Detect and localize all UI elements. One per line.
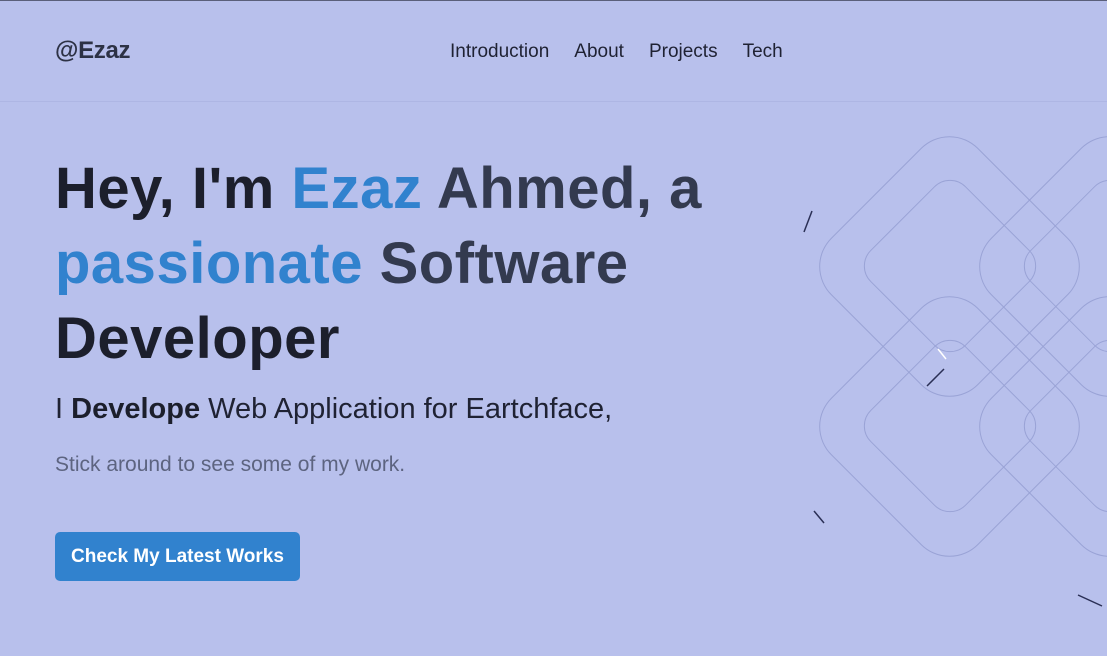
- nav-link-introduction[interactable]: Introduction: [450, 41, 549, 63]
- logo[interactable]: @Ezaz: [55, 37, 131, 65]
- headline-developer: Developer: [55, 306, 340, 371]
- site-header: @Ezaz Introduction About Projects Tech: [0, 1, 1107, 102]
- decorative-pattern-icon: [803, 136, 1107, 607]
- page: @Ezaz Introduction About Projects Tech H…: [0, 0, 1107, 656]
- tagline-prefix: I: [55, 393, 72, 425]
- headline-software: Software: [363, 231, 629, 296]
- tagline-bold: Develope: [71, 393, 201, 425]
- nav-link-tech[interactable]: Tech: [743, 41, 783, 63]
- tagline-suffix: Web Application for Eartchface,: [200, 393, 613, 425]
- nav-link-projects[interactable]: Projects: [649, 41, 718, 63]
- main-nav: Introduction About Projects Tech: [450, 41, 783, 63]
- headline-accent-word: passionate: [55, 231, 363, 296]
- headline-name-rest: Ahmed, a: [422, 156, 702, 221]
- hero-tagline: I Develope Web Application for Eartchfac…: [55, 393, 612, 426]
- hero-section: Hey, I'm Ezaz Ahmed, a passionate Softwar…: [55, 151, 775, 376]
- nav-link-about[interactable]: About: [574, 41, 624, 63]
- headline-intro: Hey, I'm: [55, 156, 292, 221]
- hero-headline: Hey, I'm Ezaz Ahmed, a passionate Softwar…: [55, 151, 775, 376]
- headline-name-first: Ezaz: [291, 156, 423, 221]
- check-latest-works-button[interactable]: Check My Latest Works: [55, 532, 300, 581]
- hero-subline: Stick around to see some of my work.: [55, 453, 406, 476]
